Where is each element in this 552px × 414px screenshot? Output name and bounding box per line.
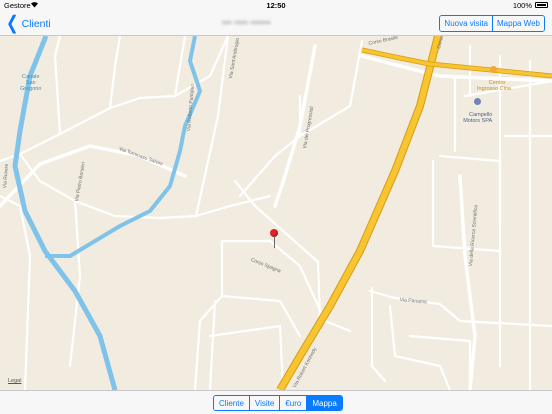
tab-visite[interactable]: Visite	[248, 396, 280, 410]
status-bar: Gestore 12:50 100%	[0, 0, 552, 11]
canal-label: Canale San Gregorio	[20, 74, 42, 92]
poi-campello-motors[interactable]: Campello Motors SPA	[463, 86, 492, 130]
tab-euro[interactable]: €uro	[279, 396, 307, 410]
navigation-bar: ❮ Clienti ▪▪▪ ▪▪▪▪ ▪▪▪▪▪▪ Nuova visita M…	[0, 11, 552, 36]
battery-icon	[535, 2, 548, 8]
nav-action-buttons: Nuova visita Mappa Web	[439, 15, 545, 32]
map-pin-icon[interactable]	[270, 229, 278, 249]
map-view[interactable]: Corso Brasile Corso Brasile Via Sant'Amb…	[0, 36, 552, 390]
shopping-icon	[490, 66, 498, 73]
status-time: 12:50	[266, 1, 286, 10]
battery-percent: 100%	[512, 1, 532, 10]
back-button[interactable]: ❮ Clienti	[6, 12, 51, 35]
poi-label: Campello Motors SPA	[463, 112, 493, 124]
pin-stick	[273, 236, 275, 248]
bottom-toolbar: Cliente Visite €uro Mappa	[0, 390, 552, 414]
tab-mappa[interactable]: Mappa	[306, 396, 342, 410]
back-button-label: Clienti	[21, 17, 51, 30]
legal-link[interactable]: Legal	[8, 378, 21, 384]
chevron-left-icon: ❮	[6, 12, 19, 35]
page-title: ▪▪▪ ▪▪▪▪ ▪▪▪▪▪▪	[222, 18, 271, 27]
car-icon	[474, 98, 482, 105]
new-visit-button[interactable]: Nuova visita	[440, 16, 492, 31]
tab-cliente[interactable]: Cliente	[214, 396, 249, 410]
web-map-button[interactable]: Mappa Web	[492, 16, 544, 31]
section-segmented-control: Cliente Visite €uro Mappa	[213, 395, 343, 411]
